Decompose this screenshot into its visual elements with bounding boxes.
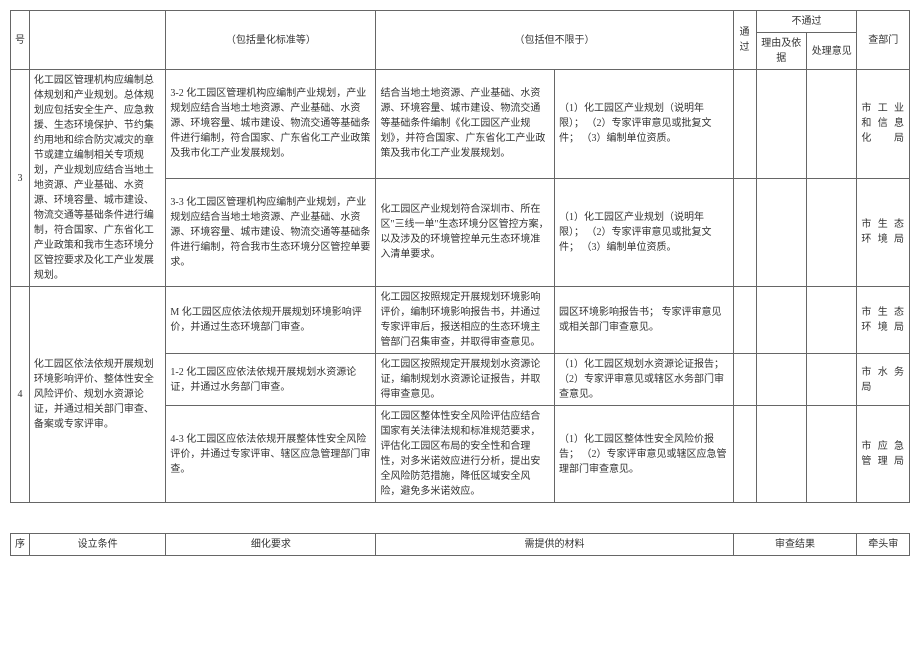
spacer: [10, 503, 910, 533]
hdr-cond: [29, 11, 166, 70]
row4-2-detail: 1-2 化工园区应依法依规开展规划水资源论证，并通过水务部门审查。: [166, 354, 376, 406]
row3-1-detail: 3-2 化工园区管理机构应编制产业规划，产业规划应结合当地土地资源、产业基础、水…: [166, 70, 376, 179]
row4-2-pass: [733, 354, 756, 406]
row3-2-pass: [733, 178, 756, 287]
row3-1-dept: 市工业和信息化局: [857, 70, 910, 179]
hdr-pass: 通过: [733, 11, 756, 70]
row4-2-dept: 市水务局: [857, 354, 910, 406]
row4-1-mat: 化工园区按照规定开展规划环境影响评价，编制环境影响报告书，并通过专家评审后，报送…: [376, 287, 555, 354]
row4-1-reason: [756, 287, 806, 354]
row3-1-mat: 结合当地土地资源、产业基础、水资源、环境容量、城市建设、物流交通等基础条件编制《…: [376, 70, 555, 179]
row4-num: 4: [11, 287, 30, 503]
row-4-1: 4 化工园区依法依规开展规划环境影响评价、整体性安全风险评价、规划水资源论证，并…: [11, 287, 910, 354]
row3-2-opinion: [807, 178, 857, 287]
header-row-1: 号 （包括量化标准等） （包括但不限于） 通过 不通过 查部门: [11, 11, 910, 33]
row4-1-opinion: [807, 287, 857, 354]
row4-3-opinion: [807, 406, 857, 503]
row4-3-reason: [756, 406, 806, 503]
row3-1-pass: [733, 70, 756, 179]
row4-3-mat: 化工园区整体性安全风险评估应结合国家有关法律法规和标准规范要求，评估化工园区布局…: [376, 406, 555, 503]
hdr-detail: （包括量化标准等）: [166, 11, 376, 70]
row3-2-reason: [756, 178, 806, 287]
hdr-notpass: 不通过: [756, 11, 857, 33]
footer-c2: 设立条件: [29, 534, 166, 556]
footer-c3: 细化要求: [166, 534, 376, 556]
row4-3-detail: 4-3 化工园区应依法依规开展整体性安全风险评价，并通过专家评审、辖区应急管理部…: [166, 406, 376, 503]
hdr-reason: 理由及依据: [756, 33, 806, 70]
footer-c1: 序: [11, 534, 30, 556]
hdr-mat: （包括但不限于）: [376, 11, 733, 70]
row3-1-opinion: [807, 70, 857, 179]
hdr-opinion: 处理意见: [807, 33, 857, 70]
main-table: 号 （包括量化标准等） （包括但不限于） 通过 不通过 查部门 理由及依据 处理…: [10, 10, 910, 503]
row4-2-opinion: [807, 354, 857, 406]
row4-2-mat: 化工园区按照规定开展规划水资源论证，编制规划水资源论证报告，并取得审查意见。: [376, 354, 555, 406]
row4-3-pass: [733, 406, 756, 503]
footer-c4: 需提供的材料: [376, 534, 733, 556]
footer-c5: 审查结果: [733, 534, 857, 556]
row3-1-reason: [756, 70, 806, 179]
footer-table: 序 设立条件 细化要求 需提供的材料 审查结果 牵头审: [10, 533, 910, 556]
hdr-num: 号: [11, 11, 30, 70]
hdr-dept: 查部门: [857, 11, 910, 70]
row3-1-need: （1）化工园区产业规划（说明年限）； （2）专家评审意见或批复文件； （3）编制…: [554, 70, 733, 179]
row4-2-reason: [756, 354, 806, 406]
footer-row: 序 设立条件 细化要求 需提供的材料 审查结果 牵头审: [11, 534, 910, 556]
row4-2-need: （1）化工园区规划水资源论证报告； （2）专家评审意见或辖区水务部门审查意见。: [554, 354, 733, 406]
row-3-1: 3 化工园区管理机构应编制总体规划和产业规划。总体规划应包括安全生产、应急救援、…: [11, 70, 910, 179]
row3-2-need: （1）化工园区产业规划（说明年限）； （2）专家评审意见或批复文件； （3）编制…: [554, 178, 733, 287]
row4-1-dept: 市生态环境局: [857, 287, 910, 354]
row4-1-pass: [733, 287, 756, 354]
row4-3-dept: 市应急管理局: [857, 406, 910, 503]
row4-cond: 化工园区依法依规开展规划环境影响评价、整体性安全风险评价、规划水资源论证，并通过…: [29, 287, 166, 503]
row3-num: 3: [11, 70, 30, 287]
footer-c6: 牵头审: [857, 534, 910, 556]
row3-2-mat: 化工园区产业规划符合深圳市、所在区"三线一单"生态环境分区管控方案，以及涉及的环…: [376, 178, 555, 287]
row3-2-detail: 3-3 化工园区管理机构应编制产业规划，产业规划应结合当地土地资源、产业基础、水…: [166, 178, 376, 287]
row4-3-need: （1）化工园区整体性安全风险价报告； （2）专家评审意见或辖区应急管理部门审查意…: [554, 406, 733, 503]
row3-2-dept: 市生态环境局: [857, 178, 910, 287]
row4-1-detail: M 化工园区应依法依规开展规划环境影响评价，并通过生态环境部门审查。: [166, 287, 376, 354]
row4-1-need: 园区环境影响报告书； 专家评审意见或相关部门审查意见。: [554, 287, 733, 354]
row3-cond: 化工园区管理机构应编制总体规划和产业规划。总体规划应包括安全生产、应急救援、生态…: [29, 70, 166, 287]
